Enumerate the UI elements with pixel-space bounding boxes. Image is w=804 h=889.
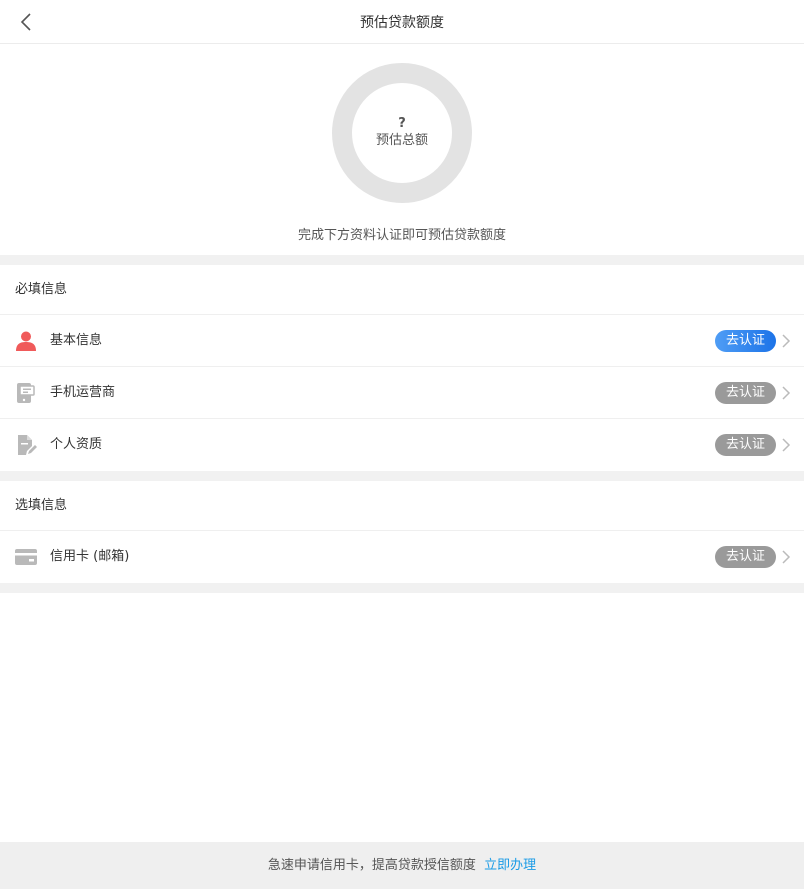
- section-title-optional: 选填信息: [0, 481, 804, 531]
- row-label: 信用卡 (邮箱): [50, 549, 130, 564]
- chevron-right-icon: [782, 550, 791, 564]
- section-divider: [0, 255, 804, 265]
- row-label: 基本信息: [50, 333, 103, 348]
- estimate-panel: ? 预估总额 完成下方资料认证即可预估贷款额度: [0, 44, 804, 255]
- row-personal-qualification[interactable]: 个人资质 去认证: [0, 419, 804, 471]
- row-credit-card[interactable]: 信用卡 (邮箱) 去认证: [0, 531, 804, 583]
- row-label: 手机运营商: [50, 385, 116, 400]
- verify-button[interactable]: 去认证: [715, 330, 776, 352]
- credit-card-icon: [15, 549, 37, 565]
- section-divider: [0, 471, 804, 481]
- required-section: 必填信息 基本信息 去认证 手机运营商 去认证 个人资质 去认证: [0, 265, 804, 471]
- estimate-label: 预估总额: [375, 133, 428, 148]
- section-divider: [0, 583, 804, 593]
- estimate-ring: ? 预估总额: [332, 63, 472, 203]
- chevron-right-icon: [782, 386, 791, 400]
- estimate-hint: 完成下方资料认证即可预估贷款额度: [297, 228, 506, 243]
- section-title-required: 必填信息: [0, 265, 804, 315]
- row-phone-carrier[interactable]: 手机运营商 去认证: [0, 367, 804, 419]
- verify-button[interactable]: 去认证: [715, 382, 776, 404]
- page: 预估贷款额度 ? 预估总额 完成下方资料认证即可预估贷款额度 必填信息 基本信息…: [0, 0, 804, 889]
- person-icon: [16, 331, 36, 351]
- page-title: 预估贷款额度: [360, 15, 444, 31]
- estimate-value: ?: [398, 116, 406, 131]
- verify-button[interactable]: 去认证: [715, 434, 776, 456]
- document-edit-icon: [18, 435, 37, 455]
- footer-banner: 急速申请信用卡，提高贷款授信额度 立即办理: [0, 842, 804, 889]
- phone-carrier-icon: [17, 383, 35, 403]
- chevron-right-icon: [782, 334, 791, 348]
- apply-now-link[interactable]: 立即办理: [484, 858, 536, 873]
- footer-text: 急速申请信用卡，提高贷款授信额度: [267, 858, 476, 873]
- chevron-right-icon: [782, 438, 791, 452]
- optional-section: 选填信息 信用卡 (邮箱) 去认证: [0, 481, 804, 583]
- row-label: 个人资质: [50, 437, 103, 452]
- row-basic-info[interactable]: 基本信息 去认证: [0, 315, 804, 367]
- verify-button[interactable]: 去认证: [715, 546, 776, 568]
- header-bar: 预估贷款额度: [0, 0, 804, 44]
